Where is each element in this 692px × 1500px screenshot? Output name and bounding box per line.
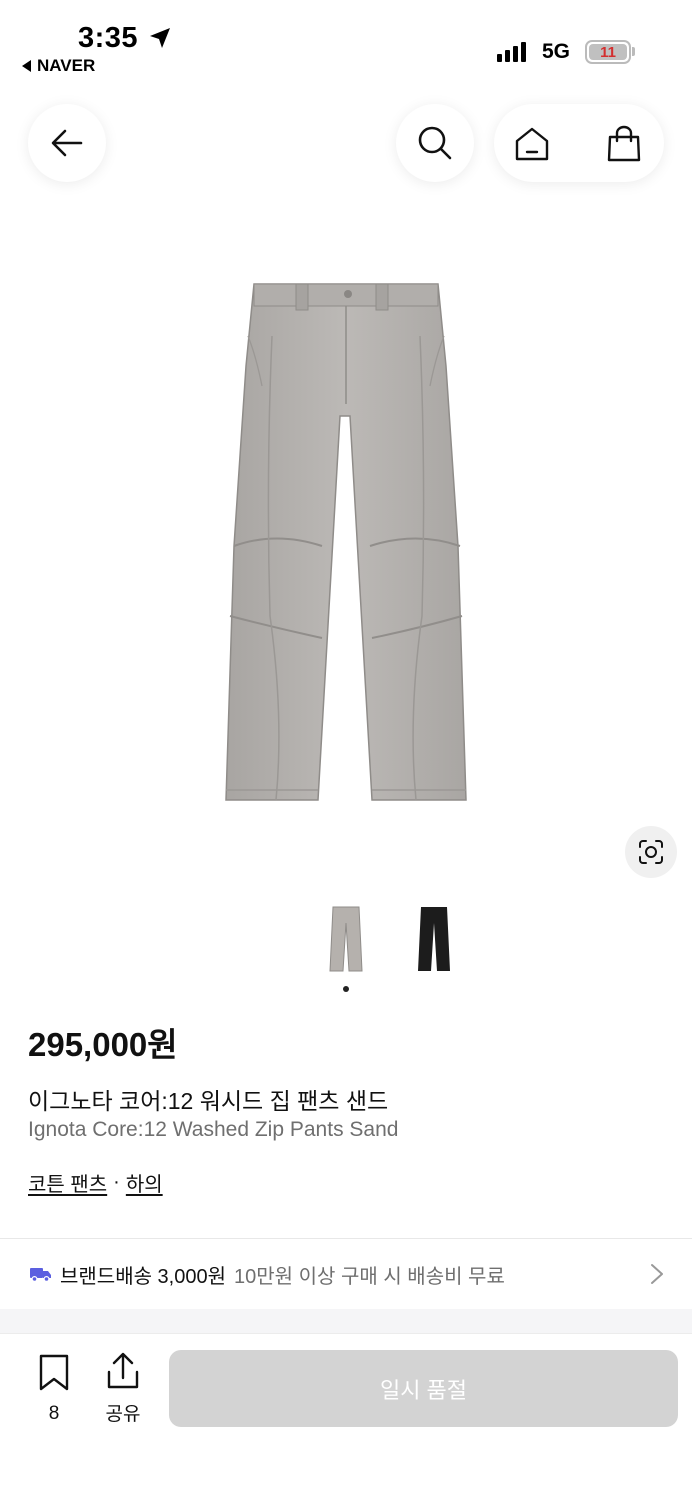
image-search-button[interactable] — [625, 826, 677, 878]
home-icon — [515, 127, 549, 161]
product-image[interactable] — [210, 276, 482, 812]
thumbnail-sand[interactable] — [328, 905, 364, 975]
arrow-left-icon — [51, 129, 83, 157]
share-button[interactable]: 공유 — [100, 1352, 146, 1426]
bottom-action-bar: 8 공유 일시 품절 — [0, 1333, 692, 1500]
category-separator: · — [113, 1171, 120, 1193]
battery-cap — [632, 47, 635, 56]
battery-level: 11 — [589, 44, 627, 61]
category-links: 코튼 팬츠 · 하의 — [28, 1168, 163, 1197]
delivery-truck-icon — [30, 1268, 51, 1282]
sold-out-button[interactable]: 일시 품절 — [169, 1350, 678, 1427]
shipping-fee: 브랜드배송 3,000원 — [60, 1265, 227, 1288]
shipping-condition: 10만원 이상 구매 시 배송비 무료 — [234, 1265, 505, 1288]
nav-pill — [494, 104, 664, 182]
search-icon — [418, 126, 452, 160]
section-spacer — [0, 1309, 692, 1333]
share-icon — [107, 1352, 139, 1389]
lens-search-icon — [639, 840, 663, 864]
location-arrow-icon — [150, 28, 170, 48]
category-link-bottoms[interactable]: 하의 — [126, 1168, 163, 1197]
carousel-indicator — [343, 986, 349, 992]
category-link-cotton-pants[interactable]: 코튼 팬츠 — [28, 1168, 107, 1197]
chevron-right-icon — [651, 1264, 663, 1284]
cart-button[interactable] — [602, 122, 646, 166]
network-type: 5G — [542, 40, 571, 63]
signal-icon — [497, 42, 526, 62]
back-to-app-link[interactable]: NAVER — [22, 56, 95, 76]
bookmark-button[interactable]: 8 — [34, 1354, 74, 1425]
battery-icon: 11 — [585, 40, 631, 64]
search-button[interactable] — [396, 104, 474, 182]
product-title-english: Ignota Core:12 Washed Zip Pants Sand — [28, 1118, 399, 1141]
shopping-bag-icon — [607, 125, 641, 162]
home-button[interactable] — [510, 122, 554, 166]
back-triangle-icon — [22, 60, 31, 72]
product-price: 295,000원 — [28, 1026, 178, 1063]
bookmark-count: 8 — [48, 1403, 60, 1424]
share-label: 공유 — [105, 1404, 141, 1425]
shipping-info-row[interactable]: 브랜드배송 3,000원 10만원 이상 구매 시 배송비 무료 — [0, 1239, 692, 1309]
bookmark-icon — [39, 1354, 69, 1391]
thumbnail-black[interactable] — [416, 905, 452, 975]
product-title-korean: 이그노타 코어:12 워시드 집 팬츠 샌드 — [28, 1088, 389, 1114]
status-bar: 3:35 NAVER 5G 11 — [0, 0, 692, 90]
back-button[interactable] — [28, 104, 106, 182]
status-time: 3:35 — [78, 22, 139, 54]
back-app-label: NAVER — [37, 56, 96, 75]
